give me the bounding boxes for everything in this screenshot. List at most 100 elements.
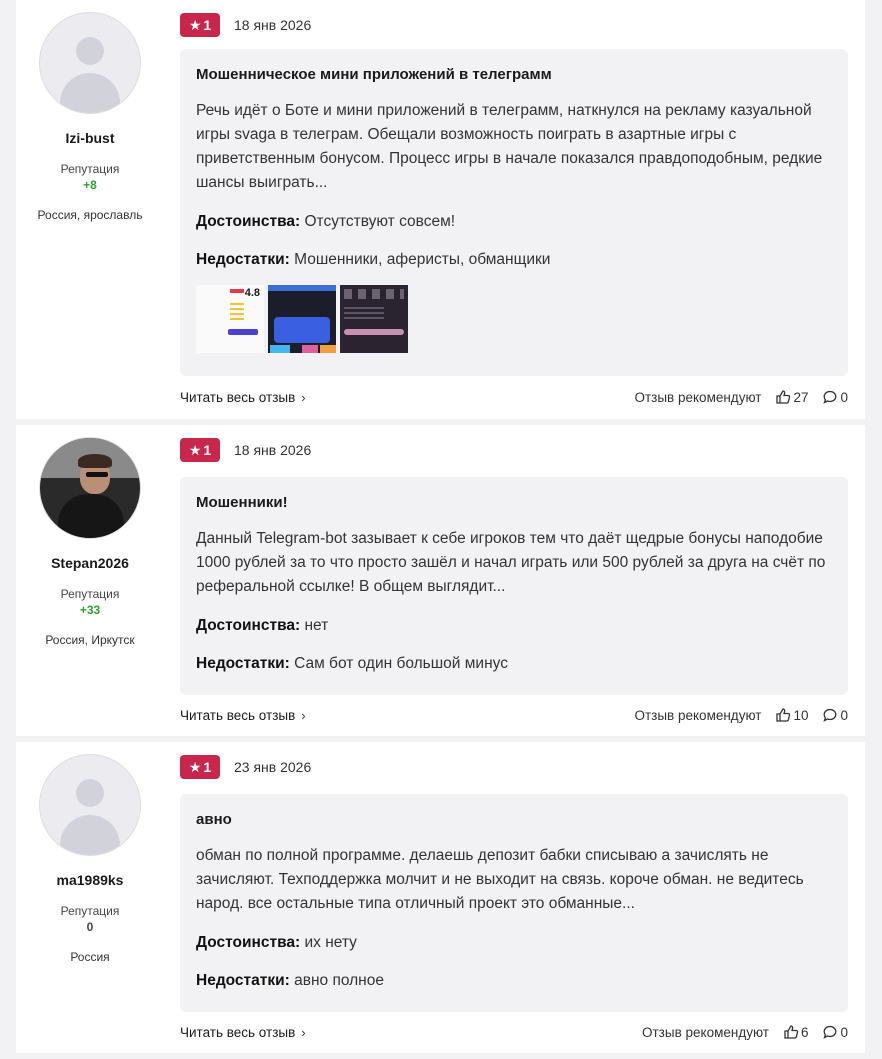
cons-text: Мошенники, аферисты, обманщики bbox=[294, 251, 551, 268]
review-date: 18 янв 2026 bbox=[234, 17, 312, 33]
review-pros: Достоинства: их нету bbox=[196, 932, 832, 954]
review-footer: Читать весь отзыв › Отзыв рекомендуют 27… bbox=[180, 387, 848, 407]
star-icon: ★ bbox=[188, 17, 202, 33]
reputation-value: +33 bbox=[79, 603, 101, 617]
cons-text: авно полное bbox=[294, 972, 384, 989]
reputation-label: Репутация bbox=[60, 904, 120, 918]
recommend-label: Отзыв рекомендуют bbox=[634, 389, 762, 405]
review-pros: Достоинства: Отсутствуют совсем! bbox=[196, 211, 832, 233]
avatar[interactable] bbox=[39, 12, 141, 114]
recommend-label: Отзыв рекомендуют bbox=[642, 1024, 769, 1040]
comments-count: 0 bbox=[840, 1024, 848, 1040]
review-item: Stepan2026 Репутация +33 Россия, Иркутск… bbox=[16, 425, 865, 742]
review-footer: Читать весь отзыв › Отзыв рекомендуют 6 … bbox=[180, 1022, 848, 1042]
reputation-value: 0 bbox=[86, 920, 94, 934]
comments-count: 0 bbox=[840, 389, 848, 405]
review-header: ★ 1 18 янв 2026 bbox=[180, 12, 311, 38]
rating-value: 1 bbox=[203, 17, 212, 33]
author-name[interactable]: ma1989ks bbox=[16, 872, 164, 888]
review-date: 23 янв 2026 bbox=[234, 759, 312, 775]
likes-count: 10 bbox=[793, 707, 809, 723]
cons-label: Недостатки: bbox=[196, 972, 290, 989]
star-icon: ★ bbox=[188, 442, 202, 458]
rating-badge: ★ 1 bbox=[180, 438, 220, 462]
star-icon: ★ bbox=[188, 759, 202, 775]
chevron-right-icon: › bbox=[301, 1024, 306, 1040]
review-photo-thumbnail[interactable] bbox=[340, 285, 408, 353]
pros-label: Достоинства: bbox=[196, 934, 301, 951]
review-footer: Читать весь отзыв › Отзыв рекомендуют 10… bbox=[180, 705, 848, 725]
likes-count: 27 bbox=[793, 389, 809, 405]
review-text: обман по полной программе. делаешь депоз… bbox=[196, 847, 804, 912]
thumbs-up-icon bbox=[784, 1025, 799, 1039]
review-card[interactable]: Мошенники! Данный Telegram-bot зазывает … bbox=[180, 477, 848, 695]
review-card[interactable]: Мошенническое мини приложений в телеграм… bbox=[180, 49, 848, 376]
thumbnail-rating: 4.8 bbox=[244, 287, 260, 299]
like-button[interactable]: 27 bbox=[775, 389, 808, 405]
likes-count: 6 bbox=[800, 1024, 809, 1040]
author-location: Россия, Иркутск bbox=[45, 633, 135, 647]
author-location: Россия bbox=[70, 950, 110, 964]
thumbs-up-icon bbox=[776, 390, 791, 404]
comments-button[interactable]: 0 bbox=[822, 1024, 848, 1040]
rating-value: 1 bbox=[203, 442, 212, 458]
review-title[interactable]: авно bbox=[196, 810, 832, 830]
avatar[interactable] bbox=[39, 754, 141, 856]
review-item: ma1989ks Репутация 0 Россия ★ 1 23 янв 2… bbox=[16, 742, 865, 1059]
review-text: Данный Telegram-bot зазывает к себе игро… bbox=[196, 530, 826, 595]
cons-label: Недостатки: bbox=[196, 251, 290, 268]
review-title[interactable]: Мошенническое мини приложений в телеграм… bbox=[196, 65, 832, 85]
review-header: ★ 1 18 янв 2026 bbox=[180, 437, 311, 463]
comments-count: 0 bbox=[840, 707, 848, 723]
comments-button[interactable]: 0 bbox=[822, 389, 848, 405]
cons-text: Сам бот один большой минус bbox=[294, 655, 508, 672]
like-button[interactable]: 10 bbox=[775, 707, 808, 723]
review-photos: 4.8 bbox=[196, 285, 832, 353]
read-full-review-link[interactable]: Читать весь отзыв › bbox=[180, 390, 306, 405]
like-button[interactable]: 6 bbox=[783, 1024, 809, 1040]
avatar-placeholder-icon bbox=[76, 37, 104, 65]
pros-label: Достоинства: bbox=[196, 213, 301, 230]
comment-icon bbox=[823, 390, 837, 404]
review-item: Izi-bust Репутация +8 Россия, ярославль … bbox=[16, 0, 865, 425]
avatar[interactable] bbox=[39, 437, 141, 539]
review-header: ★ 1 23 янв 2026 bbox=[180, 754, 311, 780]
read-full-review-link[interactable]: Читать весь отзыв › bbox=[180, 708, 306, 723]
review-card[interactable]: авно обман по полной программе. делаешь … bbox=[180, 794, 848, 1012]
thumbs-up-icon bbox=[776, 708, 791, 722]
review-author: Stepan2026 Репутация +33 Россия, Иркутск bbox=[16, 437, 164, 647]
comment-icon bbox=[823, 708, 837, 722]
rating-badge: ★ 1 bbox=[180, 755, 220, 779]
comment-icon bbox=[823, 1025, 837, 1039]
reputation-value: +8 bbox=[83, 178, 97, 192]
pros-label: Достоинства: bbox=[196, 617, 301, 634]
review-cons: Недостатки: Сам бот один большой минус bbox=[196, 653, 832, 675]
review-author: Izi-bust Репутация +8 Россия, ярославль bbox=[16, 12, 164, 222]
pros-text: Отсутствуют совсем! bbox=[304, 213, 456, 230]
chevron-right-icon: › bbox=[301, 707, 306, 723]
review-date: 18 янв 2026 bbox=[234, 442, 312, 458]
cons-label: Недостатки: bbox=[196, 655, 290, 672]
review-author: ma1989ks Репутация 0 Россия bbox=[16, 754, 164, 964]
chevron-right-icon: › bbox=[301, 389, 306, 405]
pros-text: их нету bbox=[304, 934, 357, 951]
reputation-label: Репутация bbox=[60, 162, 120, 176]
rating-value: 1 bbox=[203, 759, 212, 775]
review-cons: Недостатки: авно полное bbox=[196, 970, 832, 992]
pros-text: нет bbox=[304, 617, 329, 634]
review-text: Речь идёт о Боте и мини приложений в тел… bbox=[196, 102, 823, 191]
review-photo-thumbnail[interactable]: 4.8 bbox=[196, 285, 264, 353]
reviews-list: Izi-bust Репутация +8 Россия, ярославль … bbox=[16, 0, 865, 1059]
recommend-label: Отзыв рекомендуют bbox=[634, 707, 762, 723]
author-name[interactable]: Stepan2026 bbox=[16, 555, 164, 571]
author-name[interactable]: Izi-bust bbox=[16, 130, 164, 146]
review-pros: Достоинства: нет bbox=[196, 615, 832, 637]
author-location: Россия, ярославль bbox=[37, 208, 143, 222]
review-cons: Недостатки: Мошенники, аферисты, обманщи… bbox=[196, 249, 832, 271]
avatar-placeholder-icon bbox=[76, 779, 104, 807]
review-photo-thumbnail[interactable] bbox=[268, 285, 336, 353]
review-title[interactable]: Мошенники! bbox=[196, 493, 832, 513]
read-full-review-link[interactable]: Читать весь отзыв › bbox=[180, 1025, 306, 1040]
rating-badge: ★ 1 bbox=[180, 13, 220, 37]
comments-button[interactable]: 0 bbox=[822, 707, 848, 723]
